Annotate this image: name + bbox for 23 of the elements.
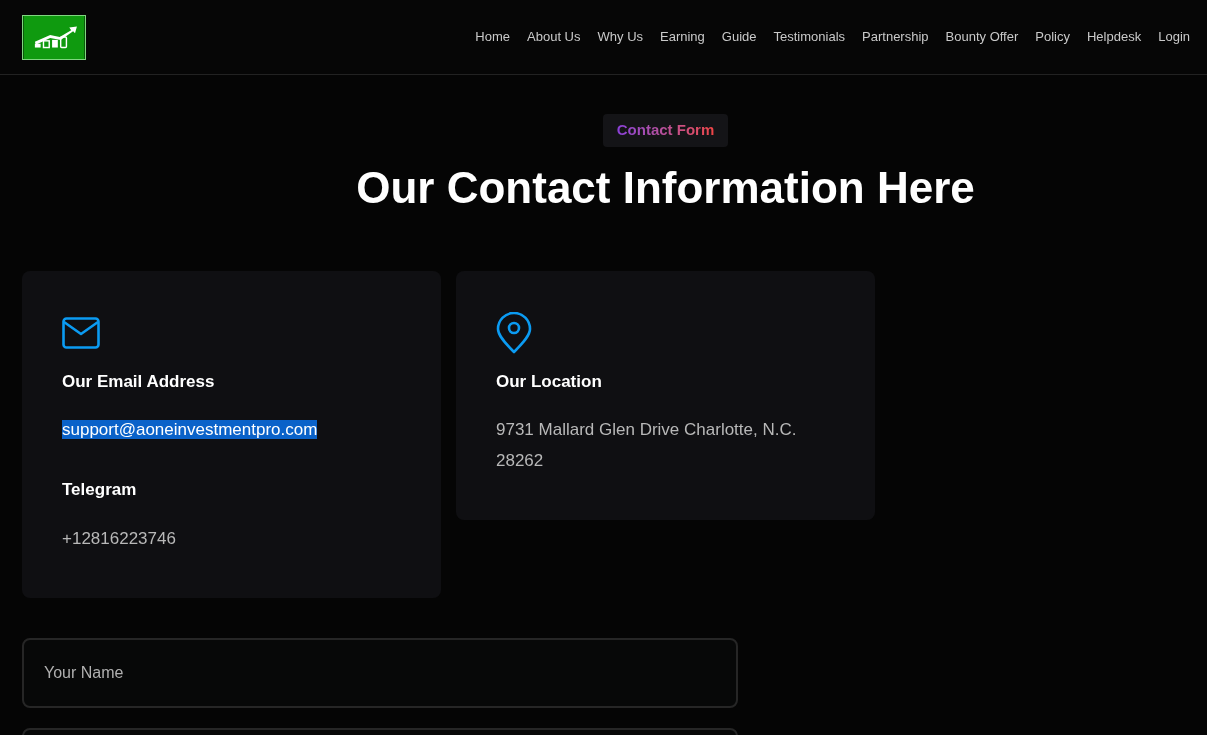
envelope-icon — [62, 316, 100, 349]
input-field[interactable]: Your Name — [22, 637, 738, 708]
contact-heading: Our Email Address — [62, 370, 216, 393]
nav-link[interactable]: Bounty Offer — [945, 27, 1019, 47]
nav-link[interactable]: Testimonials — [773, 27, 846, 47]
contact-value: 9731 Mallard Glen Drive Charlotte, N.C. 28262 — [496, 420, 797, 470]
nav-link[interactable]: Home — [475, 27, 511, 47]
nav-link[interactable]: Policy — [1035, 27, 1070, 47]
nav-link[interactable]: About Us — [527, 27, 581, 47]
section-title: Our Contact Information Here — [356, 161, 975, 214]
nav-link[interactable]: Earning — [660, 27, 705, 47]
location-pin-icon — [496, 311, 532, 354]
contact-value: +12816223746 — [62, 528, 176, 548]
contact-heading: Telegram — [62, 479, 138, 501]
nav-link[interactable]: Why Us — [597, 27, 643, 47]
nav-link[interactable]: Helpdesk — [1087, 27, 1142, 47]
nav-link[interactable]: Partnership — [862, 27, 929, 47]
section-badge: Contact Form — [602, 114, 729, 147]
contact-value: support@aoneinvestmentpro.com — [62, 420, 318, 439]
logo-icon[interactable] — [22, 14, 86, 60]
nav-link[interactable]: Login — [1158, 27, 1190, 47]
contact-heading: Our Location — [496, 370, 603, 393]
nav-link[interactable]: Guide — [721, 27, 757, 47]
